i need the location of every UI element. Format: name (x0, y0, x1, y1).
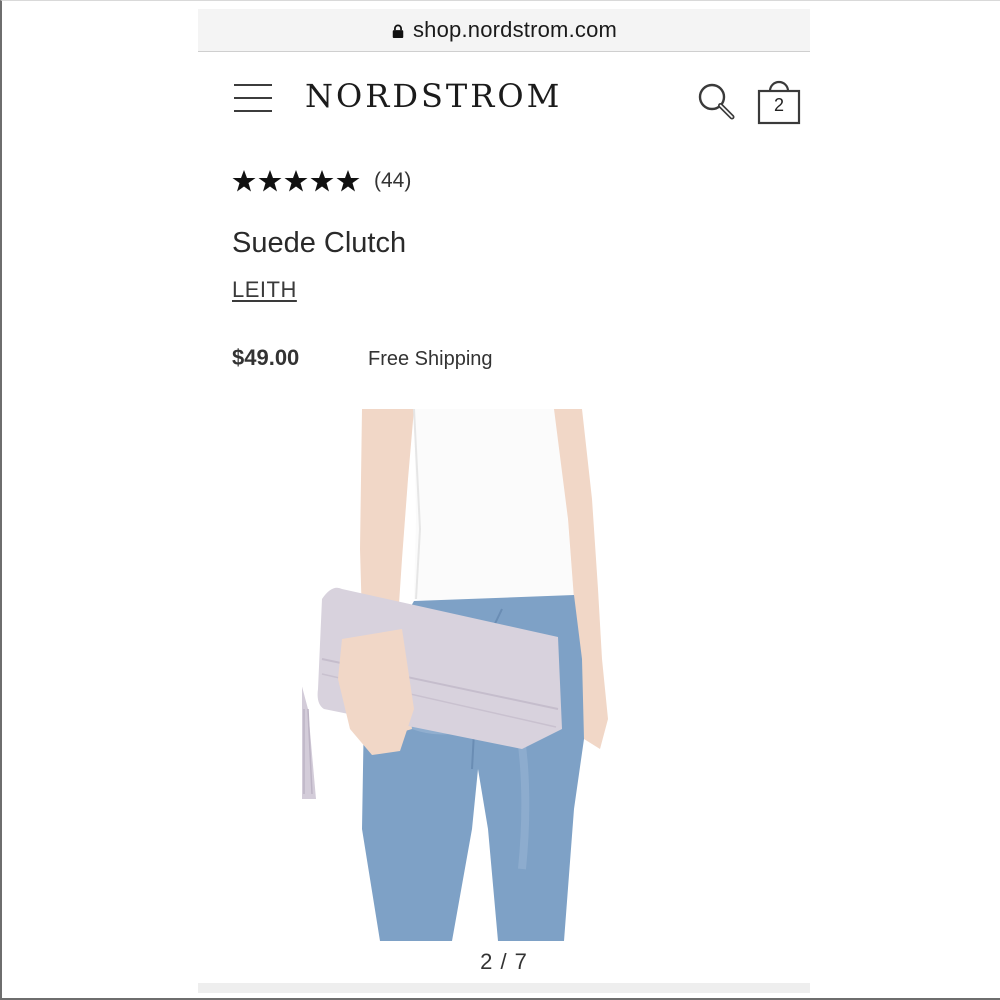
shipping-info: Free Shipping (368, 348, 493, 370)
search-icon[interactable] (696, 81, 736, 121)
shopping-bag-button[interactable]: 2 (756, 77, 802, 125)
page-frame: shop.nordstrom.com NORDSTROM 2 (44) Sued… (0, 0, 1000, 1000)
lock-icon (392, 24, 404, 38)
hamburger-menu-icon[interactable] (234, 83, 272, 113)
site-header: NORDSTROM 2 (198, 65, 810, 137)
star-icon (284, 170, 308, 192)
star-icon (310, 170, 334, 192)
product-image[interactable] (302, 409, 706, 941)
gallery-pager: 2 / 7 (480, 949, 528, 974)
brand-link[interactable]: LEITH (232, 277, 297, 303)
product-rating[interactable]: (44) (232, 169, 411, 193)
bottom-divider (198, 983, 810, 993)
nordstrom-logo[interactable]: NORDSTROM (305, 77, 562, 115)
rating-stars (232, 169, 360, 193)
star-icon (232, 170, 256, 192)
url-text: shop.nordstrom.com (412, 17, 618, 42)
product-title: Suede Clutch (232, 227, 407, 259)
star-icon (336, 170, 360, 192)
mobile-viewport: shop.nordstrom.com NORDSTROM 2 (44) Sued… (198, 9, 810, 993)
review-count: (44) (374, 169, 412, 192)
product-price: $49.00 (232, 345, 300, 370)
browser-url-bar[interactable]: shop.nordstrom.com (198, 9, 810, 52)
star-icon (258, 170, 282, 192)
bag-count: 2 (773, 95, 784, 115)
